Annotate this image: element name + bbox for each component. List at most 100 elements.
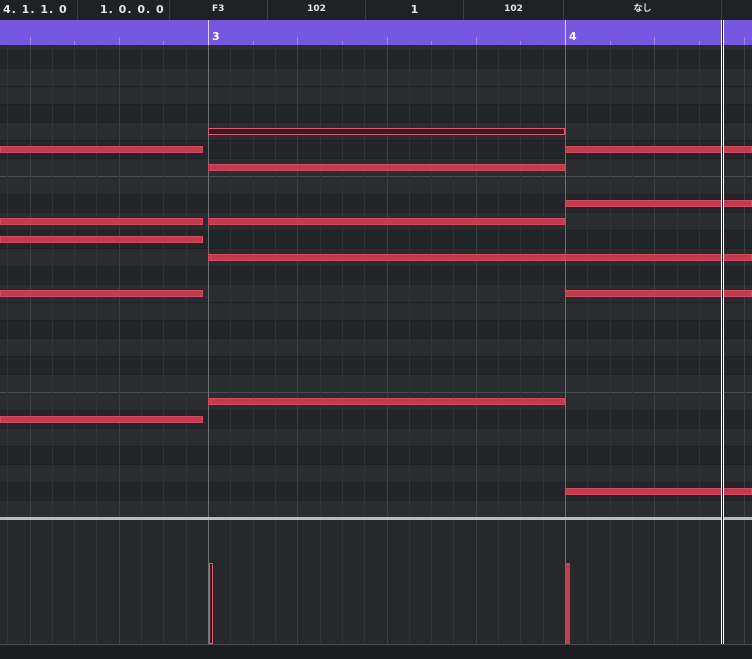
- pitch-field[interactable]: F3: [170, 0, 268, 20]
- note[interactable]: [0, 218, 203, 225]
- key-row: [0, 51, 752, 69]
- beat-gridline: [520, 520, 521, 644]
- beat-gridline: [7, 45, 8, 517]
- beat-gridline: [498, 45, 499, 517]
- beat-gridline: [230, 520, 231, 644]
- ruler-tick: [387, 37, 388, 45]
- beat-gridline: [52, 520, 53, 644]
- beat-gridline: [186, 520, 187, 644]
- beat-gridline: [253, 45, 254, 517]
- beat-gridline: [699, 520, 700, 644]
- note[interactable]: [0, 236, 203, 243]
- beat-gridline: [320, 45, 321, 517]
- beat-gridline: [409, 520, 410, 644]
- note-grid[interactable]: [0, 45, 752, 517]
- beat-gridline: [520, 45, 521, 517]
- beat-gridline: [96, 45, 97, 517]
- velocity-lane[interactable]: [0, 520, 752, 644]
- key-row: [0, 447, 752, 465]
- key-row: [0, 69, 752, 87]
- key-row: [0, 87, 752, 105]
- beat-gridline: [74, 520, 75, 644]
- beat-gridline: [632, 45, 633, 517]
- beat-gridline: [52, 45, 53, 517]
- ruler-tick: [297, 37, 298, 45]
- beat-gridline: [543, 45, 544, 517]
- key-row: [0, 267, 752, 285]
- beat-gridline: [96, 520, 97, 644]
- note[interactable]: [0, 146, 203, 153]
- key-row: [0, 357, 752, 375]
- beat-gridline: [275, 520, 276, 644]
- ruler-tick: [30, 37, 31, 45]
- beat-gridline: [141, 520, 142, 644]
- beat-gridline: [74, 45, 75, 517]
- beat-gridline: [163, 45, 164, 517]
- beat-gridline: [632, 520, 633, 644]
- ruler-tick: [654, 37, 655, 45]
- note[interactable]: [0, 290, 203, 297]
- beat-gridline: [654, 520, 655, 644]
- beat-gridline: [610, 520, 611, 644]
- beat-gridline: [453, 45, 454, 517]
- ruler-bar-label: 3: [212, 30, 220, 43]
- length-field[interactable]: 1. 0. 0. 0: [78, 0, 170, 20]
- key-row: [0, 465, 752, 483]
- beat-gridline: [654, 45, 655, 517]
- beat-gridline: [253, 520, 254, 644]
- beat-gridline: [141, 45, 142, 517]
- selected-note[interactable]: [208, 128, 565, 135]
- beat-gridline: [342, 45, 343, 517]
- key-row: [0, 105, 752, 123]
- beat-gridline: [543, 520, 544, 644]
- articulation-field[interactable]: なし: [564, 0, 722, 20]
- beat-gridline: [744, 520, 745, 644]
- key-row: [0, 501, 752, 517]
- beat-gridline: [387, 45, 388, 517]
- beat-gridline: [476, 520, 477, 644]
- beat-gridline: [431, 520, 432, 644]
- key-row: [0, 177, 752, 195]
- beat-gridline: [409, 45, 410, 517]
- note[interactable]: [208, 398, 565, 405]
- beat-gridline: [498, 520, 499, 644]
- beat-gridline: [744, 45, 745, 517]
- key-row: [0, 321, 752, 339]
- key-row: [0, 339, 752, 357]
- beat-gridline: [431, 45, 432, 517]
- info-line: 4. 1. 1. 0 1. 0. 0. 0 F3 102 1 102 なし: [0, 0, 752, 21]
- channel-field[interactable]: 1: [366, 0, 464, 20]
- beat-gridline: [186, 45, 187, 517]
- start-position-field[interactable]: 4. 1. 1. 0: [0, 0, 78, 20]
- ruler[interactable]: 3 4: [0, 20, 752, 45]
- note[interactable]: [208, 218, 565, 225]
- ruler-tick: [119, 37, 120, 45]
- beat-gridline: [342, 520, 343, 644]
- beat-gridline: [587, 520, 588, 644]
- playback-cursor[interactable]: [721, 20, 724, 644]
- velocity-field[interactable]: 102: [268, 0, 366, 20]
- note[interactable]: [0, 416, 203, 423]
- beat-gridline: [699, 45, 700, 517]
- beat-gridline: [453, 520, 454, 644]
- ruler-tick: [744, 37, 745, 45]
- bar-gridline: [565, 45, 566, 517]
- horizontal-scrollbar[interactable]: [0, 644, 752, 659]
- velocity-bar[interactable]: [209, 563, 213, 644]
- note[interactable]: [208, 164, 565, 171]
- key-row: [0, 303, 752, 321]
- bar-gridline: [208, 45, 209, 517]
- key-row: [0, 429, 752, 447]
- beat-gridline: [677, 45, 678, 517]
- note[interactable]: [208, 254, 565, 261]
- beat-gridline: [119, 45, 120, 517]
- beat-gridline: [119, 520, 120, 644]
- beat-gridline: [297, 45, 298, 517]
- off-velocity-field[interactable]: 102: [464, 0, 564, 20]
- velocity-bar[interactable]: [566, 563, 570, 644]
- beat-gridline: [230, 45, 231, 517]
- beat-gridline: [320, 520, 321, 644]
- key-editor: 4. 1. 1. 0 1. 0. 0. 0 F3 102 1 102 なし 3 …: [0, 0, 752, 659]
- beat-gridline: [587, 45, 588, 517]
- beat-gridline: [677, 520, 678, 644]
